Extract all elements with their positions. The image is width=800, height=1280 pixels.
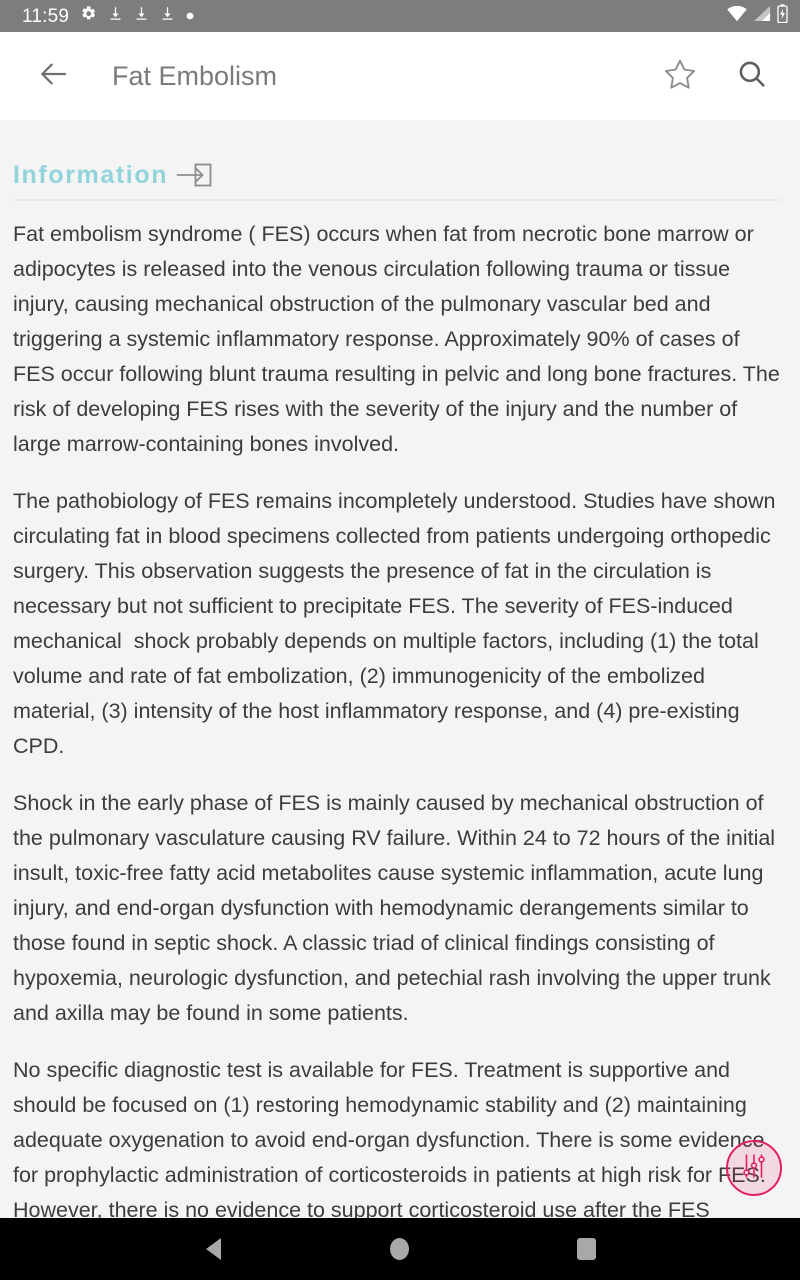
download-icon <box>108 5 123 27</box>
wifi-icon <box>726 5 748 27</box>
gear-icon <box>80 5 97 27</box>
download-icon <box>160 5 175 27</box>
article-body: Fat embolism syndrome ( FES) occurs when… <box>13 201 787 1218</box>
nav-recents-square-icon <box>577 1238 597 1260</box>
nav-home-button[interactable] <box>368 1218 432 1280</box>
status-bar: 11:59 <box>0 0 800 32</box>
article-scroll-area[interactable]: Information Fat embolism syndrome ( FES)… <box>0 120 800 1218</box>
dot-icon <box>186 7 194 25</box>
status-bar-clock: 11:59 <box>22 5 70 27</box>
favorite-button[interactable] <box>654 50 706 102</box>
article-paragraph: The pathobiology of FES remains incomple… <box>13 489 782 758</box>
article-paragraph: Shock in the early phase of FES is mainl… <box>13 791 782 1025</box>
page-title: Fat Embolism <box>112 60 278 91</box>
android-navigation-bar <box>0 1218 800 1280</box>
search-button[interactable] <box>726 50 778 102</box>
tune-fab-button[interactable] <box>726 1140 782 1196</box>
battery-charging-icon <box>777 4 788 28</box>
download-icon <box>134 5 149 27</box>
status-bar-left: 11:59 <box>22 5 726 27</box>
tune-sliders-icon <box>739 1151 769 1186</box>
article-paragraph: Fat embolism syndrome ( FES) occurs when… <box>13 222 786 456</box>
section-header: Information <box>13 120 787 199</box>
back-arrow-icon <box>37 58 69 95</box>
nav-back-triangle-icon <box>205 1238 221 1260</box>
signal-icon <box>753 5 772 27</box>
back-button[interactable] <box>30 53 76 99</box>
app-bar: Fat Embolism <box>0 32 800 120</box>
section-title: Information <box>13 160 169 189</box>
nav-home-circle-icon <box>390 1238 410 1260</box>
article-paragraph: No specific diagnostic test is available… <box>13 1058 772 1218</box>
search-icon <box>736 58 768 95</box>
favorite-star-icon <box>663 57 697 96</box>
nav-recents-button[interactable] <box>555 1218 619 1280</box>
nav-back-button[interactable] <box>181 1218 245 1280</box>
arrow-into-box-icon[interactable] <box>176 160 212 190</box>
status-bar-right <box>726 4 788 28</box>
